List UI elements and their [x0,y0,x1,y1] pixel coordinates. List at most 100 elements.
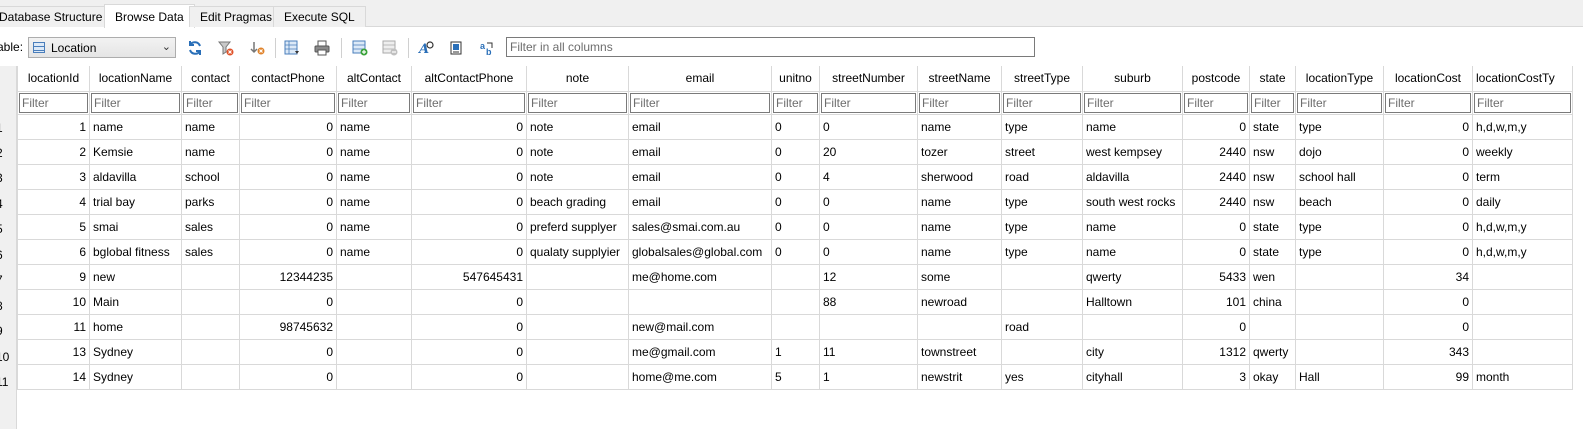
table-cell[interactable] [1472,288,1573,315]
column-header[interactable]: locationCost [1383,66,1473,92]
table-cell[interactable]: 0 [819,213,918,240]
table-cell[interactable]: globalsales@global.com [628,238,772,265]
table-cell[interactable]: me@home.com [628,263,772,290]
table-cell[interactable]: nsw [1249,188,1296,215]
column-header[interactable]: postcode [1182,66,1250,92]
table-cell[interactable]: name [917,238,1002,265]
row-number[interactable]: 8 [0,294,17,319]
table-cell[interactable]: name [181,113,240,140]
column-header[interactable]: note [526,66,629,92]
table-cell[interactable]: 0 [411,363,527,390]
table-cell[interactable]: 0 [1383,288,1473,315]
table-cell[interactable]: h,d,w,m,y [1472,238,1573,265]
table-cell[interactable]: email [628,188,772,215]
table-cell[interactable]: 0 [771,238,820,265]
text-format-icon[interactable]: ab [477,37,499,59]
column-header[interactable]: streetNumber [819,66,918,92]
table-cell[interactable]: name [1082,113,1183,140]
clear-sorting-icon[interactable] [246,37,268,59]
table-cell[interactable]: state [1249,113,1296,140]
table-cell[interactable] [526,313,629,340]
table-row[interactable]: 9 new 12344235 547645431 me@home.com 12 some qw… [17,263,1573,290]
table-cell[interactable]: 0 [239,113,337,140]
table-cell[interactable]: nsw [1249,138,1296,165]
table-cell[interactable]: aldavilla [89,163,182,190]
refresh-icon[interactable] [184,37,206,59]
row-number[interactable]: 10 [0,345,17,370]
table-cell[interactable] [1295,313,1384,340]
table-cell[interactable]: type [1001,238,1083,265]
table-cell[interactable]: note [526,138,629,165]
table-cell[interactable]: preferd supplyer [526,213,629,240]
column-filter-input[interactable] [1251,92,1294,113]
table-cell[interactable]: sales [181,238,240,265]
table-cell[interactable]: new [89,263,182,290]
column-filter-input[interactable] [528,92,627,113]
row-number[interactable]: 7 [0,268,17,293]
table-cell[interactable]: china [1249,288,1296,315]
table-cell[interactable]: 0 [239,213,337,240]
column-header[interactable]: suburb [1082,66,1183,92]
table-cell[interactable]: sales@smai.com.au [628,213,772,240]
table-cell[interactable]: tozer [917,138,1002,165]
table-cell[interactable]: h,d,w,m,y [1472,213,1573,240]
table-cell[interactable]: name [917,188,1002,215]
table-cell[interactable]: 0 [239,138,337,165]
table-cell[interactable]: month [1472,363,1573,390]
table-cell[interactable]: Halltown [1082,288,1183,315]
column-header[interactable]: locationId [17,66,90,92]
table-cell[interactable]: 0 [239,288,337,315]
table-cell[interactable]: email [628,163,772,190]
table-cell[interactable] [336,338,412,365]
table-cell[interactable]: 9 [17,263,90,290]
table-cell[interactable]: 0 [239,363,337,390]
find-replace-icon[interactable] [446,37,468,59]
column-header[interactable]: contact [181,66,240,92]
tab-edit-pragmas[interactable]: Edit Pragmas [189,6,284,27]
table-cell[interactable]: 4 [17,188,90,215]
table-cell[interactable]: 0 [239,238,337,265]
table-cell[interactable]: aldavilla [1082,163,1183,190]
table-cell[interactable] [181,263,240,290]
table-cell[interactable]: 12344235 [239,263,337,290]
table-cell[interactable]: name [917,213,1002,240]
table-cell[interactable]: email [628,138,772,165]
table-cell[interactable]: 2440 [1182,138,1250,165]
table-cell[interactable]: 11 [819,338,918,365]
row-number[interactable]: 3 [0,166,17,191]
table-cell[interactable]: 0 [239,163,337,190]
table-cell[interactable] [1472,338,1573,365]
table-cell[interactable]: name [1082,238,1183,265]
table-row[interactable]: 13 Sydney 0 0 me@gmail.com 1 11 townstreet city 1… [17,338,1573,365]
table-cell[interactable]: 0 [771,163,820,190]
table-cell[interactable]: nsw [1249,163,1296,190]
table-cell[interactable] [1295,263,1384,290]
table-cell[interactable]: 0 [1182,238,1250,265]
table-cell[interactable]: Hall [1295,363,1384,390]
table-row[interactable]: 10 Main 0 0 88 newroad Halltown 101 china 0 [17,288,1573,315]
table-cell[interactable]: 0 [239,338,337,365]
table-cell[interactable]: 0 [1182,213,1250,240]
table-cell[interactable]: 0 [819,238,918,265]
table-cell[interactable] [1001,263,1083,290]
table-cell[interactable]: sales [181,213,240,240]
table-cell[interactable]: 14 [17,363,90,390]
column-filter-input[interactable] [1474,92,1571,113]
row-number[interactable]: 6 [0,243,17,268]
table-cell[interactable]: 1312 [1182,338,1250,365]
table-row[interactable]: 1 name name 0 name 0 note email 0 0 name type name 0 s… [17,113,1573,140]
table-cell[interactable]: 0 [411,238,527,265]
row-number[interactable]: 4 [0,192,17,217]
table-cell[interactable]: 3 [1182,363,1250,390]
find-icon[interactable]: A [415,37,437,59]
table-cell[interactable]: name [336,238,412,265]
filter-all-columns-input[interactable] [506,37,1035,57]
table-cell[interactable]: sherwood [917,163,1002,190]
table-cell[interactable]: 0 [771,138,820,165]
row-number[interactable]: 1 [0,116,17,141]
table-cell[interactable]: city [1082,338,1183,365]
table-cell[interactable]: name [336,138,412,165]
table-row[interactable]: 14 Sydney 0 0 home@me.com 5 1 newstrit yes cityha… [17,363,1573,390]
table-cell[interactable]: 0 [1383,138,1473,165]
table-cell[interactable]: daily [1472,188,1573,215]
